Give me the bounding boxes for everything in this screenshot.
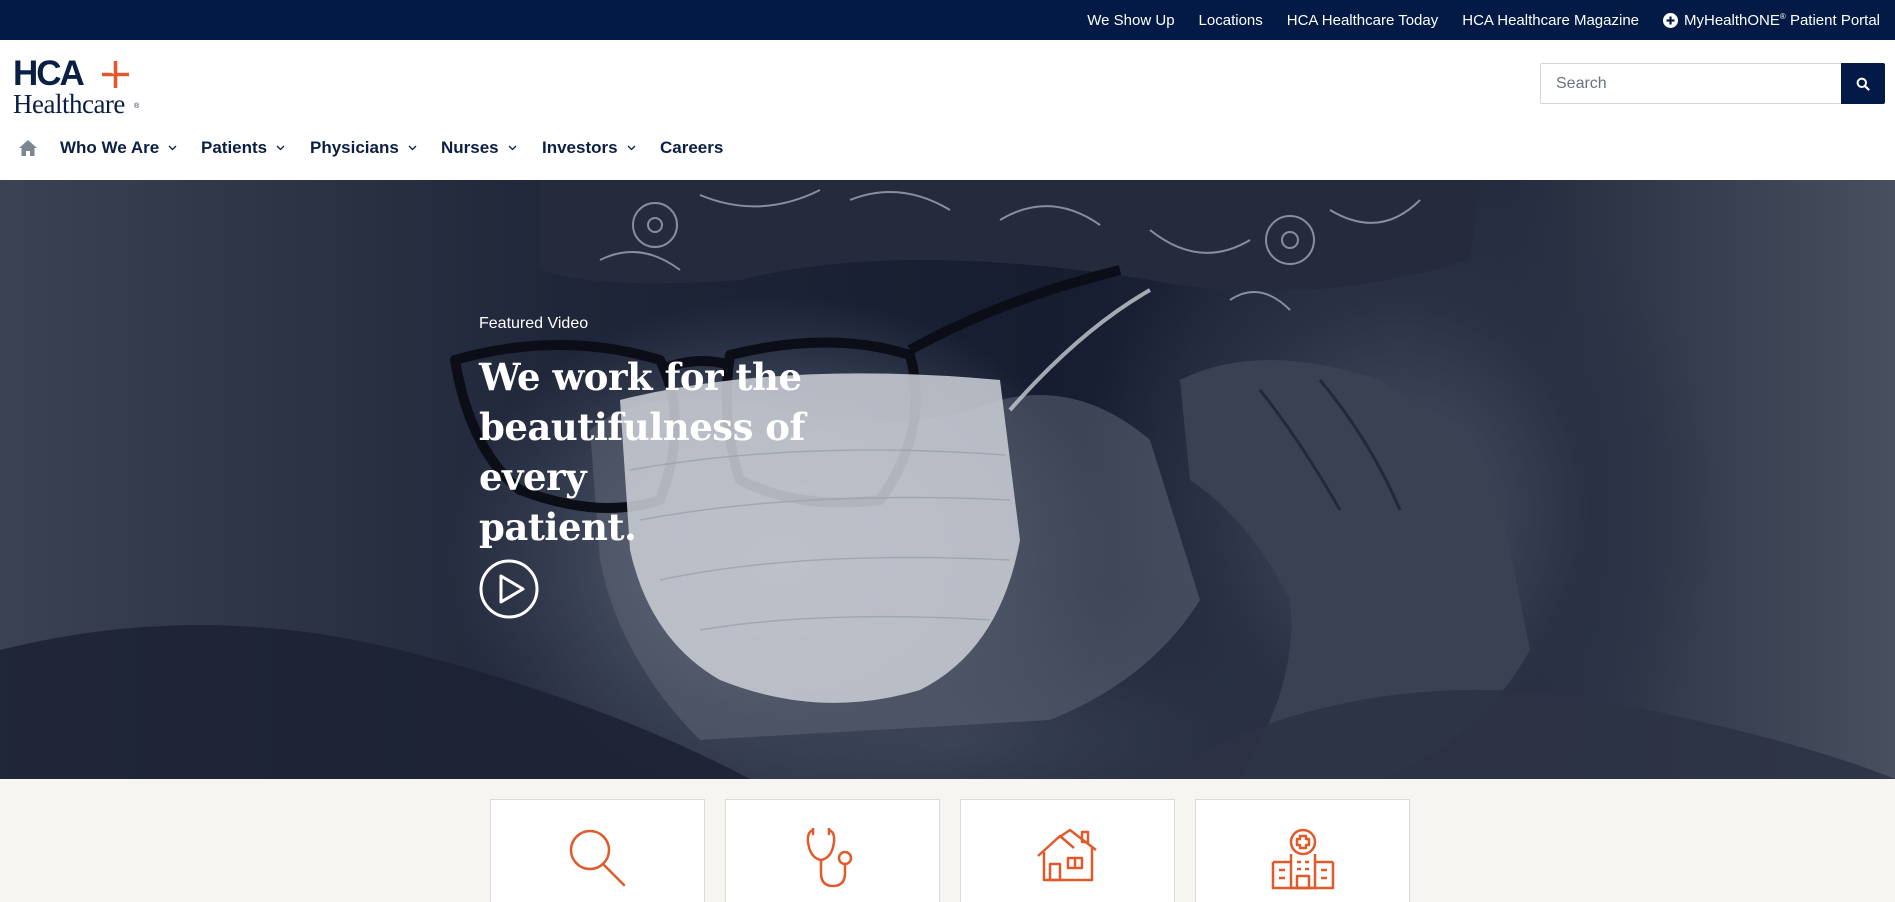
house-icon: [1036, 828, 1097, 882]
quick-links-strip: [0, 779, 1895, 902]
hospital-icon: [1271, 828, 1334, 890]
utility-link-magazine[interactable]: HCA Healthcare Magazine: [1462, 12, 1639, 29]
nav-physicians[interactable]: Physicians: [310, 138, 417, 158]
utility-link-patient-portal[interactable]: MyHealthONE ® Patient Portal: [1663, 12, 1880, 29]
hero-photo: [0, 180, 1895, 779]
chevron-down-icon: [276, 145, 285, 151]
nav-physicians-label: Physicians: [310, 138, 399, 157]
nav-nurses[interactable]: Nurses: [441, 138, 517, 158]
hero-headline-line-1: We work for the: [479, 355, 802, 399]
quick-link-card-search[interactable]: [490, 799, 705, 902]
hero-banner: Featured Video We work for the beautiful…: [0, 180, 1895, 779]
home-link[interactable]: [18, 139, 38, 157]
chevron-down-icon: [627, 145, 636, 151]
logo-healthcare-text: Healthcare: [13, 89, 125, 119]
search-button[interactable]: [1841, 63, 1885, 104]
nav-investors[interactable]: Investors: [542, 138, 636, 158]
quick-link-card-hospital[interactable]: [1195, 799, 1410, 902]
nav-careers-label: Careers: [660, 138, 724, 157]
hero-content: Featured Video We work for the beautiful…: [479, 315, 919, 619]
search-icon: [569, 829, 625, 887]
stethoscope-icon: [806, 828, 852, 888]
play-video-button[interactable]: [479, 559, 539, 619]
nav-careers[interactable]: Careers: [660, 138, 723, 158]
quick-link-card-home-care[interactable]: [960, 799, 1175, 902]
chevron-down-icon: [168, 145, 177, 151]
hca-healthcare-logo[interactable]: HCA Healthcare ®: [13, 54, 143, 118]
utility-bar: We Show Up Locations HCA Healthcare Toda…: [0, 0, 1895, 40]
nav-investors-label: Investors: [542, 138, 618, 157]
home-icon: [19, 140, 37, 156]
nav-nurses-label: Nurses: [441, 138, 499, 157]
hero-headline-line-3: patient.: [479, 505, 637, 549]
nav-patients-label: Patients: [201, 138, 268, 157]
search-input[interactable]: [1540, 63, 1841, 104]
search-icon: [1856, 77, 1870, 91]
hero-headline-line-2: beautifulness of every: [479, 405, 805, 499]
nav-who-we-are-label: Who We Are: [60, 138, 160, 157]
hero-headline: We work for the beautifulness of every p…: [479, 352, 919, 552]
portal-reg: ®: [1779, 11, 1786, 21]
portal-suffix: Patient Portal: [1785, 11, 1880, 29]
chevron-down-icon: [508, 145, 517, 151]
utility-link-we-show-up[interactable]: We Show Up: [1087, 12, 1174, 29]
plus-circle-icon: [1663, 12, 1679, 28]
logo-hca-text: HCA: [13, 54, 85, 93]
quick-link-card-physician[interactable]: [725, 799, 940, 902]
hero-eyebrow: Featured Video: [479, 315, 589, 332]
utility-link-locations[interactable]: Locations: [1199, 12, 1263, 29]
utility-link-today[interactable]: HCA Healthcare Today: [1287, 12, 1438, 29]
logo-reg-mark: ®: [134, 103, 140, 110]
portal-label: MyHealthONE: [1684, 11, 1780, 29]
play-icon: [479, 559, 539, 619]
site-header: HCA Healthcare ® Who We Are Patients: [0, 40, 1895, 180]
nav-patients[interactable]: Patients: [201, 138, 285, 158]
chevron-down-icon: [408, 145, 417, 151]
nav-who-we-are[interactable]: Who We Are: [60, 138, 177, 158]
search-form: [1540, 63, 1885, 104]
